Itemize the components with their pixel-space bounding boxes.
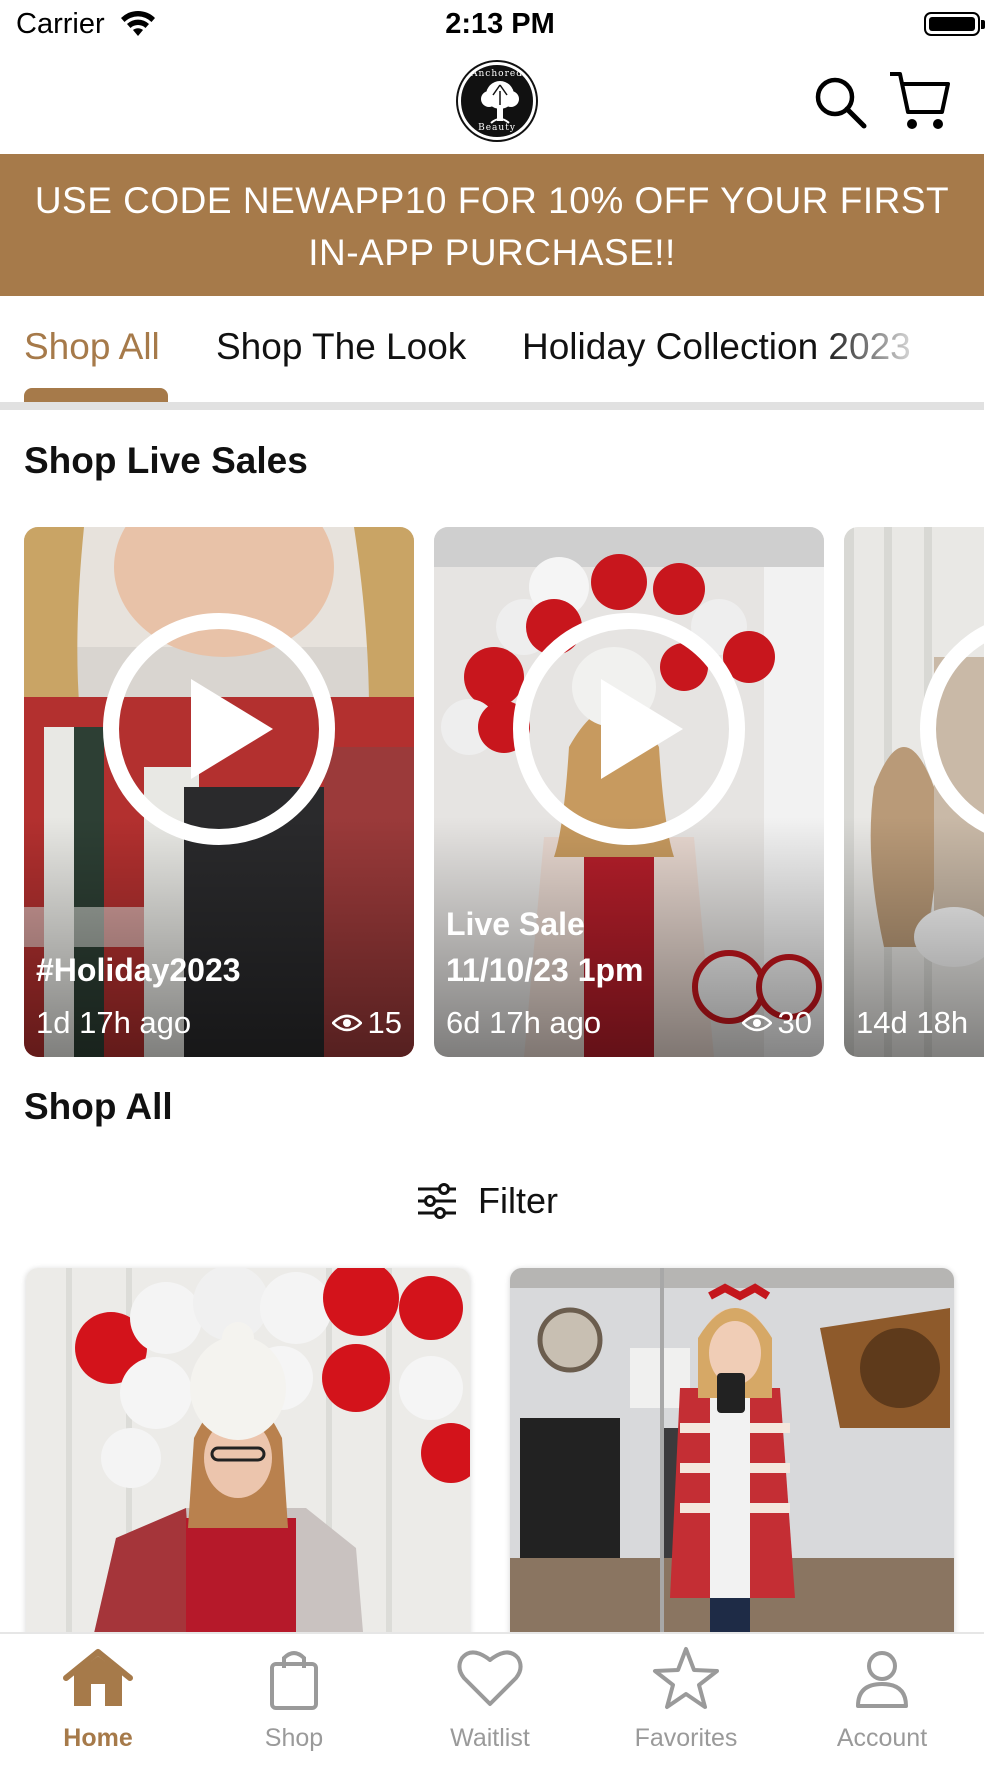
eye-icon [741,1014,772,1032]
play-icon[interactable] [101,611,337,847]
views-count: 15 [367,1005,402,1040]
search-icon[interactable] [812,74,868,130]
live-sale-title: #Holiday2023 [36,952,241,988]
eye-icon [331,1014,362,1032]
product-card[interactable] [510,1268,954,1668]
promo-banner[interactable]: USE CODE NEWAPP10 FOR 10% OFF YOUR FIRST… [0,154,984,296]
product-image [26,1268,470,1668]
live-sale-time-ago: 1d 17h ago [36,1005,192,1040]
tabbar-favorites[interactable]: Favorites [588,1646,784,1753]
tabbar-label: Waitlist [450,1724,530,1752]
live-sale-views: 15 [331,1005,402,1041]
brand-logo[interactable]: Anchored Beauty [458,62,536,140]
logo-text-bottom: Beauty [478,123,516,133]
shop-all-heading: Shop All [24,1086,173,1127]
bottom-tab-bar: Home Shop Waitlist Favorites Account [0,1632,984,1778]
tab-shop-the-look[interactable]: Shop The Look [216,326,466,368]
views-count: 30 [777,1005,812,1040]
live-sales-heading: Shop Live Sales [24,440,308,481]
category-tabs: Shop All Shop The Look Holiday Collectio… [0,296,984,410]
filter-button[interactable]: Filter [416,1178,558,1224]
tabbar-label: Home [63,1724,133,1752]
heart-icon [457,1650,523,1706]
cart-icon[interactable] [888,70,952,132]
tabbar-label: Shop [264,1724,324,1752]
live-sale-title: Live Sale 11/10/23 1pm [446,906,644,988]
live-sale-time-ago: 14d 18h [856,1005,969,1040]
person-icon [856,1651,908,1708]
promo-text: USE CODE NEWAPP10 FOR 10% OFF YOUR FIRST… [34,180,950,273]
tabbar-home[interactable]: Home [0,1646,196,1753]
filter-label: Filter [478,1180,558,1221]
home-icon [63,1649,133,1706]
tabbar-account[interactable]: Account [784,1646,980,1753]
live-sale-time-ago: 6d 17h ago [446,1005,602,1040]
live-sale-views: 30 [741,1005,812,1041]
play-icon[interactable] [511,611,747,847]
tabbar-waitlist[interactable]: Waitlist [392,1646,588,1753]
tabbar-label: Favorites [634,1724,738,1752]
tabbar-shop[interactable]: Shop [196,1646,392,1753]
clock: 2:13 PM [445,8,555,40]
sliders-icon [418,1183,456,1219]
play-icon[interactable] [918,611,984,847]
tab-scroll-fade [820,296,984,396]
shopping-bag-icon [270,1651,318,1710]
product-card[interactable] [26,1268,470,1668]
live-sales-carousel[interactable]: #Holiday2023 1d 17h ago 15 Live Sale 11/… [0,527,984,1057]
tab-shop-all[interactable]: Shop All [24,326,160,368]
status-bar: Carrier 2:13 PM [0,0,1000,52]
tabbar-label: Account [836,1724,928,1752]
star-icon [653,1647,719,1709]
live-sale-card[interactable]: Live Sale 11/10/23 1pm 6d 17h ago 30 [434,527,824,1057]
product-image [510,1268,954,1668]
app-header: Anchored Beauty [0,52,1000,154]
live-sale-card[interactable]: 14d 18h [844,527,984,1057]
live-sale-card[interactable]: #Holiday2023 1d 17h ago 15 [24,527,414,1057]
battery-icon [924,12,985,36]
active-tab-indicator [24,388,168,402]
